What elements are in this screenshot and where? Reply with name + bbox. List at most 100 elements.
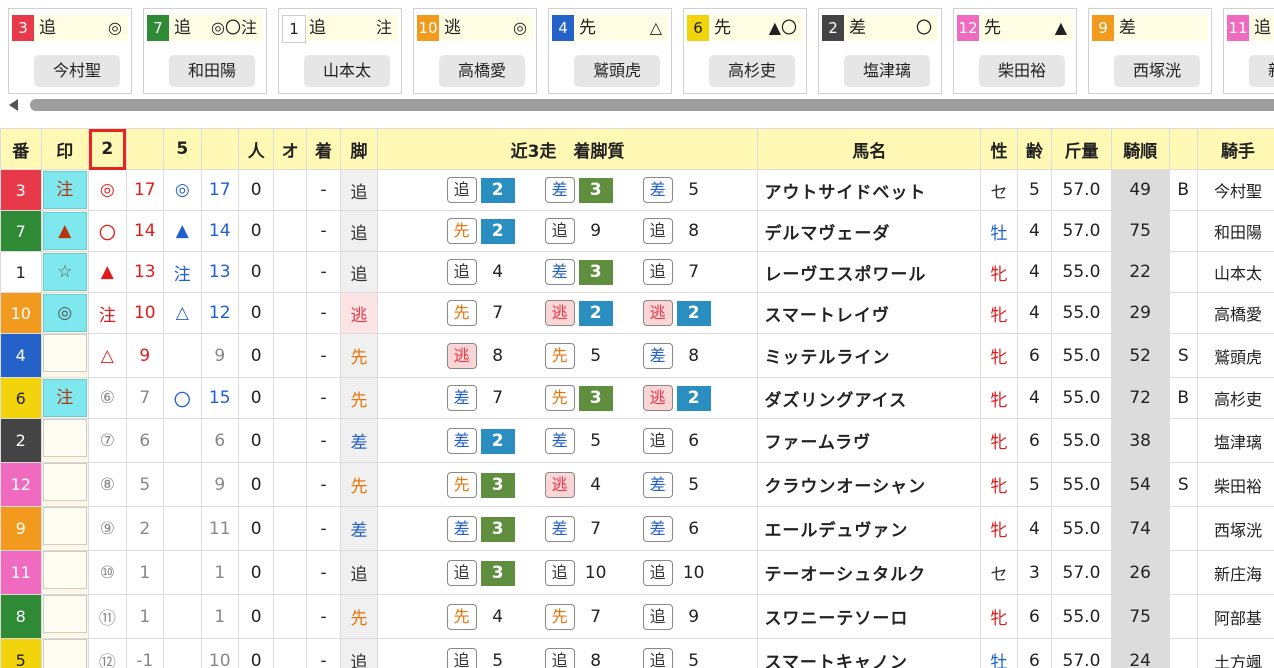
horse-name[interactable]: スマートキャノン bbox=[757, 638, 982, 668]
table-row[interactable]: 3 注 ◎ 17 ◎ 17 0- 追追 2 差 3 差 5 アウトサイドベットセ 5 57.0 49 B 今村聖 bbox=[0, 169, 1274, 211]
mark-value[interactable]: ◎ bbox=[42, 294, 87, 332]
jockey-name[interactable]: 今村聖 bbox=[1196, 169, 1274, 211]
jockey-name[interactable]: 西塚洸 bbox=[1196, 506, 1274, 551]
mark-select[interactable] bbox=[40, 594, 90, 639]
table-row[interactable]: 8 ⑪ 1 1 0- 先先 4 先 7 追 9 スワニーテソーロ牝 6 55.0 75 阿部基 bbox=[0, 594, 1274, 639]
header-jockey-order[interactable]: 騎順 bbox=[1110, 128, 1170, 170]
header-kyaku[interactable]: 脚 bbox=[340, 128, 378, 170]
jockey-button[interactable]: 山本太 bbox=[304, 55, 390, 87]
jockey-button[interactable]: 塩津璃 bbox=[844, 55, 930, 87]
entry-table: 番 印 2 5 人 オ 着 脚 近3走 着脚質 馬名 性 齢 斤量 騎順 騎手 … bbox=[0, 128, 1274, 668]
header-odds[interactable]: オ bbox=[273, 128, 307, 170]
table-row[interactable]: 1 ☆ ▲ 13 注 13 0- 追追 4 差 3 追 7 レーヴエスポワール牝 4 55.0 22 山本太 bbox=[0, 251, 1274, 293]
table-header-row: 番 印 2 5 人 オ 着 脚 近3走 着脚質 馬名 性 齢 斤量 騎順 騎手 bbox=[0, 128, 1274, 170]
jockey-button[interactable]: 今村聖 bbox=[34, 55, 120, 87]
mark-select[interactable] bbox=[40, 333, 90, 378]
mark-value[interactable]: 注 bbox=[42, 171, 87, 209]
table-row[interactable]: 4 △ 9 9 0- 先逃 8 先 5 差 8 ミッテルライン牝 6 55.0 52 S 鷲頭虎 bbox=[0, 333, 1274, 378]
jockey-name[interactable]: 和田陽 bbox=[1196, 210, 1274, 252]
horse-sex: セ bbox=[980, 550, 1018, 595]
horse-name[interactable]: ファームラヴ bbox=[757, 418, 982, 463]
race-style-box: 差 bbox=[642, 515, 673, 542]
header-chaku[interactable]: 着 bbox=[305, 128, 342, 170]
horse-name[interactable]: デルマヴェーダ bbox=[757, 210, 982, 252]
table-row[interactable]: 6 注 ⑥ 7 〇 15 0- 先差 7 先 3 逃 2 ダズリングアイス牝 4 55.0 72 B 高杉吏 bbox=[0, 377, 1274, 419]
header-horse-name[interactable]: 馬名 bbox=[757, 128, 982, 170]
horse-name[interactable]: テーオーシュタルク bbox=[757, 550, 982, 595]
mark-value[interactable]: ☆ bbox=[42, 253, 87, 291]
jockey-name[interactable]: 高杉吏 bbox=[1196, 377, 1274, 419]
table-row[interactable]: 5 ⑫ -1 10 0- 追追 5 追 8 追 5 スマートキャノン牡 6 57.0 24 土方颯 bbox=[0, 638, 1274, 668]
horse-name[interactable]: スマートレイヴ bbox=[757, 292, 982, 334]
mark-select[interactable] bbox=[40, 550, 90, 595]
jockey-button[interactable]: 和田陽 bbox=[169, 55, 255, 87]
jockey-button[interactable]: 高橋愛 bbox=[439, 55, 525, 87]
mark-value[interactable] bbox=[42, 507, 87, 545]
header-col-2[interactable]: 2 bbox=[88, 128, 127, 170]
mark-select[interactable] bbox=[40, 638, 90, 668]
mark-value[interactable] bbox=[42, 463, 87, 501]
header-mark[interactable]: 印 bbox=[40, 128, 90, 170]
jockey-name[interactable]: 鷲頭虎 bbox=[1196, 333, 1274, 378]
table-row[interactable]: 12 ⑧ 5 9 0- 先先 3 逃 4 差 5 クラウンオーシャン牝 5 55.0 54 S 柴田裕 bbox=[0, 462, 1274, 507]
mark-select[interactable] bbox=[40, 506, 90, 551]
recent-race-2: 逃2 bbox=[544, 300, 643, 326]
mark-select[interactable]: 注 bbox=[40, 377, 90, 419]
table-row[interactable]: 9 ⑨ 2 11 0- 差差 3 差 7 差 6 エールデュヴァン牝 4 55.0 74 西塚洸 bbox=[0, 506, 1274, 551]
mark-select[interactable] bbox=[40, 418, 90, 463]
mark-value[interactable] bbox=[42, 639, 87, 668]
horse-name[interactable]: スワニーテソーロ bbox=[757, 594, 982, 639]
mark-value[interactable] bbox=[42, 551, 87, 589]
horse-name[interactable]: エールデュヴァン bbox=[757, 506, 982, 551]
header-sex[interactable]: 性 bbox=[980, 128, 1018, 170]
header-ninki[interactable]: 人 bbox=[237, 128, 275, 170]
running-style: 差 bbox=[340, 418, 378, 463]
header-recent[interactable]: 近3走 着脚質 bbox=[376, 128, 759, 170]
jockey-button[interactable]: 鷲頭虎 bbox=[574, 55, 660, 87]
header-jockey[interactable]: 騎手 bbox=[1196, 128, 1274, 170]
jockey-button[interactable]: 高杉吏 bbox=[709, 55, 795, 87]
jockey-name[interactable]: 山本太 bbox=[1196, 251, 1274, 293]
mark-value[interactable] bbox=[42, 595, 87, 633]
header-age[interactable]: 齢 bbox=[1016, 128, 1053, 170]
jockey-name[interactable]: 土方颯 bbox=[1196, 638, 1274, 668]
mark-select[interactable]: 注 bbox=[40, 169, 90, 211]
race-style-box: 先 bbox=[446, 471, 477, 498]
jockey-name[interactable]: 阿部基 bbox=[1196, 594, 1274, 639]
horse-name[interactable]: クラウンオーシャン bbox=[757, 462, 982, 507]
header-weight[interactable]: 斤量 bbox=[1051, 128, 1112, 170]
race-finish: 5 bbox=[492, 650, 504, 668]
carried-weight: 55.0 bbox=[1051, 594, 1112, 639]
mark-value[interactable]: ▲ bbox=[42, 212, 87, 250]
header-flag bbox=[1168, 128, 1198, 170]
jockey-name[interactable]: 新庄海 bbox=[1196, 550, 1274, 595]
jockey-button[interactable]: 柴田裕 bbox=[979, 55, 1065, 87]
mark-select[interactable] bbox=[40, 462, 90, 507]
jockey-button[interactable]: 西塚洸 bbox=[1114, 55, 1200, 87]
horse-name[interactable]: レーヴエスポワール bbox=[757, 251, 982, 293]
scroll-left-arrow-icon[interactable] bbox=[9, 99, 18, 111]
jockey-button[interactable]: 新庄海 bbox=[1249, 55, 1274, 87]
mark-value[interactable] bbox=[42, 334, 87, 372]
jockey-name[interactable]: 塩津璃 bbox=[1196, 418, 1274, 463]
mark-select[interactable]: ☆ bbox=[40, 251, 90, 293]
mark-value[interactable] bbox=[42, 419, 87, 457]
table-row[interactable]: 2 ⑦ 6 6 0- 差差 2 差 5 追 6 ファームラヴ牝 6 55.0 38 塩津璃 bbox=[0, 418, 1274, 463]
race-finish: 5 bbox=[688, 474, 700, 495]
horse-name[interactable]: ダズリングアイス bbox=[757, 377, 982, 419]
mark-5-score: 14 bbox=[200, 210, 239, 252]
horse-name[interactable]: ミッテルライン bbox=[757, 333, 982, 378]
header-ban[interactable]: 番 bbox=[0, 128, 42, 170]
table-row[interactable]: 7 ▲ 〇 14 ▲ 14 0- 追先 2 追 9 追 8 デルマヴェーダ牡 4 57.0 75 和田陽 bbox=[0, 210, 1274, 252]
mark-select[interactable]: ◎ bbox=[40, 292, 90, 334]
mark-value[interactable]: 注 bbox=[42, 379, 87, 417]
mark-5 bbox=[163, 418, 202, 463]
jockey-name[interactable]: 柴田裕 bbox=[1196, 462, 1274, 507]
jockey-name[interactable]: 高橋愛 bbox=[1196, 292, 1274, 334]
horizontal-scrollbar-thumb[interactable] bbox=[30, 99, 1274, 111]
header-col-5[interactable]: 5 bbox=[163, 128, 202, 170]
table-row[interactable]: 11 ⑩ 1 1 0- 追追 3 追 10 追 10 テーオーシュタルクセ 3 57.0 26 新庄海 bbox=[0, 550, 1274, 595]
mark-select[interactable]: ▲ bbox=[40, 210, 90, 252]
horse-name[interactable]: アウトサイドベット bbox=[757, 169, 982, 211]
table-row[interactable]: 10 ◎ 注 10 △ 12 0- 逃先 7 逃 2 逃 2 スマートレイヴ牝 4 55.0 29 高橋愛 bbox=[0, 292, 1274, 334]
